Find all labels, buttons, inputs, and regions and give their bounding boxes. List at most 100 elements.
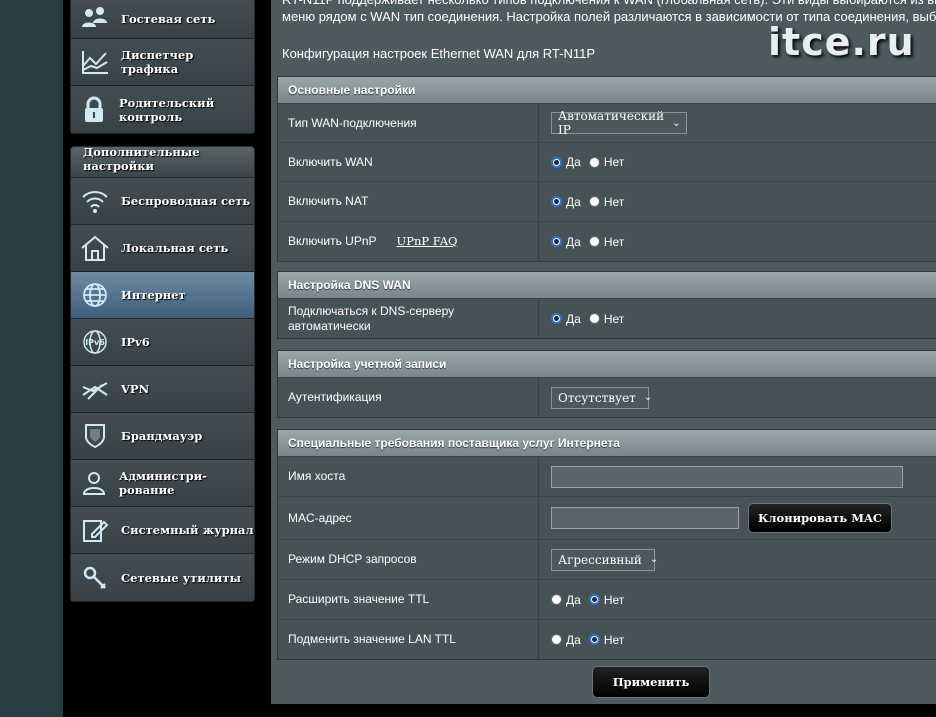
extend-ttl-label: Расширить значение TTL (278, 580, 539, 619)
wan-type-value: Автоматический IP (558, 109, 665, 137)
log-edit-icon (79, 514, 111, 546)
sidebar-item-parental-control[interactable]: Родительский контроль (71, 86, 254, 133)
yes-label: Да (566, 155, 581, 169)
no-label: Нет (603, 592, 625, 607)
spoof-lan-ttl-label: Подменить значение LAN TTL (278, 620, 539, 659)
auto-dns-yes-radio[interactable] (551, 313, 562, 324)
main-content: RT-N11P поддерживает несколько типов под… (271, 0, 936, 704)
extend-ttl-yes-radio[interactable] (551, 594, 562, 605)
account-settings-header: Настройка учетной записи (278, 351, 936, 377)
account-settings-table: Настройка учетной записи Аутентификация … (277, 350, 936, 418)
wifi-icon (79, 185, 111, 217)
enable-upnp-label-cell: Включить UPnP UPnP FAQ (278, 222, 539, 261)
sidebar-item-traffic-manager[interactable]: Диспетчер трафика (71, 39, 254, 86)
enable-wan-radios: Да Нет (539, 143, 936, 181)
wan-type-select[interactable]: Автоматический IP ⌄ (551, 109, 687, 137)
sidebar-item-wireless[interactable]: Беспроводная сеть (71, 178, 254, 225)
watermark: itce.ru (768, 20, 915, 64)
mac-address-input[interactable] (551, 507, 739, 529)
no-label: Нет (603, 194, 625, 209)
wan-type-row: Тип WAN-подключения Автоматический IP ⌄ (278, 103, 936, 142)
chevron-down-icon: ⌄ (672, 117, 681, 129)
extend-ttl-row: Расширить значение TTL Да Нет (278, 579, 936, 619)
auth-row: Аутентификация Отсутствует ⌄ (278, 377, 936, 417)
no-label: Нет (603, 155, 625, 169)
yes-label: Да (566, 592, 581, 607)
no-label: Нет (603, 632, 625, 647)
menu-group-general: Гостевая сеть Диспетчер трафика Родитель… (70, 0, 255, 134)
yes-label: Да (566, 311, 581, 326)
sidebar-item-internet[interactable]: Интернет (71, 272, 254, 319)
sidebar-item-vpn[interactable]: VPN (71, 366, 254, 413)
menu-group-advanced: Беспроводная сеть Локальная сеть Интерне… (70, 178, 255, 602)
enable-wan-label: Включить WAN (278, 143, 539, 181)
clone-mac-button[interactable]: Клонировать MAC (748, 503, 892, 533)
apply-button[interactable]: Применить (592, 666, 710, 698)
basic-settings-table: Основные настройки Тип WAN-подключения А… (277, 76, 936, 262)
enable-nat-no-radio[interactable] (588, 196, 600, 207)
auth-select[interactable]: Отсутствует ⌄ (551, 386, 653, 409)
home-icon (79, 232, 111, 264)
yes-label: Да (566, 234, 581, 249)
sidebar-item-label: VPN (121, 382, 150, 396)
chevron-down-icon: ⌄ (643, 392, 653, 403)
enable-nat-label: Включить NAT (278, 182, 539, 221)
enable-nat-row: Включить NAT Да Нет (278, 181, 936, 221)
description-line-1: RT-N11P поддерживает несколько типов под… (282, 0, 936, 8)
extend-ttl-radios: Да Нет (539, 580, 936, 619)
enable-upnp-label: Включить UPnP (288, 234, 377, 248)
sidebar-item-system-log[interactable]: Системный журнал (71, 507, 254, 554)
dns-settings-table: Настройка DNS WAN Подключаться к DNS-сер… (277, 271, 936, 339)
sidebar-item-label: Гостевая сеть (121, 12, 216, 26)
sidebar-item-lan[interactable]: Локальная сеть (71, 225, 254, 272)
auth-cell: Отсутствует ⌄ (539, 378, 936, 417)
dns-settings-header: Настройка DNS WAN (278, 272, 936, 298)
host-name-label: Имя хоста (278, 457, 539, 496)
guest-network-icon (79, 3, 111, 35)
host-name-row: Имя хоста (278, 456, 936, 496)
enable-wan-row: Включить WAN Да Нет (278, 142, 936, 181)
sidebar-item-guest-network[interactable]: Гостевая сеть (71, 0, 254, 39)
dhcp-mode-select[interactable]: Агрессивный ⌄ (551, 548, 659, 571)
extend-ttl-no-radio[interactable] (588, 594, 600, 605)
chevron-down-icon: ⌄ (649, 554, 659, 565)
isp-settings-table: Специальные требования поставщика услуг … (277, 429, 936, 660)
sidebar-item-label: Диспетчер трафика (120, 48, 194, 76)
yes-label: Да (566, 194, 581, 209)
sidebar-item-label: Родительский контроль (119, 95, 215, 124)
no-label: Нет (603, 234, 625, 249)
traffic-manager-icon (79, 46, 111, 78)
admin-user-icon (79, 467, 109, 499)
auto-dns-label: Подключаться к DNS-серверу автоматически (278, 299, 539, 338)
enable-nat-radios: Да Нет (539, 182, 936, 221)
enable-nat-yes-radio[interactable] (551, 196, 562, 207)
spoof-lan-ttl-no-radio[interactable] (588, 634, 600, 645)
enable-wan-no-radio[interactable] (588, 156, 600, 168)
lock-icon (79, 94, 109, 126)
host-name-input[interactable] (551, 465, 903, 488)
sidebar-item-administration[interactable]: Администри- рование (71, 460, 254, 507)
auto-dns-radios: Да Нет (539, 299, 936, 338)
spoof-lan-ttl-yes-radio[interactable] (551, 634, 562, 645)
sidebar-item-network-tools[interactable]: Сетевые утилиты (71, 554, 254, 601)
upnp-faq-link[interactable]: UPnP FAQ (397, 234, 458, 249)
wan-type-cell: Автоматический IP ⌄ (539, 104, 936, 142)
vpn-icon (79, 373, 111, 405)
sidebar-item-firewall[interactable]: Брандмауэр (71, 413, 254, 460)
isp-settings-header: Специальные требования поставщика услуг … (278, 430, 936, 456)
enable-upnp-yes-radio[interactable] (551, 236, 562, 247)
auth-label: Аутентификация (278, 378, 539, 417)
enable-upnp-no-radio[interactable] (588, 236, 600, 247)
sidebar-item-label: IPv6 (121, 335, 150, 349)
sidebar-item-label: Интернет (121, 288, 186, 302)
ipv6-globe-icon: IPv6 (79, 326, 111, 358)
sidebar-item-ipv6[interactable]: IPv6 IPv6 (71, 319, 254, 366)
enable-wan-yes-radio[interactable] (551, 156, 562, 168)
no-label: Нет (603, 311, 625, 326)
auto-dns-no-radio[interactable] (588, 313, 600, 324)
svg-text:IPv6: IPv6 (85, 338, 105, 347)
shield-icon (79, 420, 111, 452)
sidebar-item-label: Системный журнал (121, 523, 254, 537)
dhcp-mode-value: Агрессивный (558, 552, 642, 567)
spoof-lan-ttl-radios: Да Нет (539, 620, 936, 659)
